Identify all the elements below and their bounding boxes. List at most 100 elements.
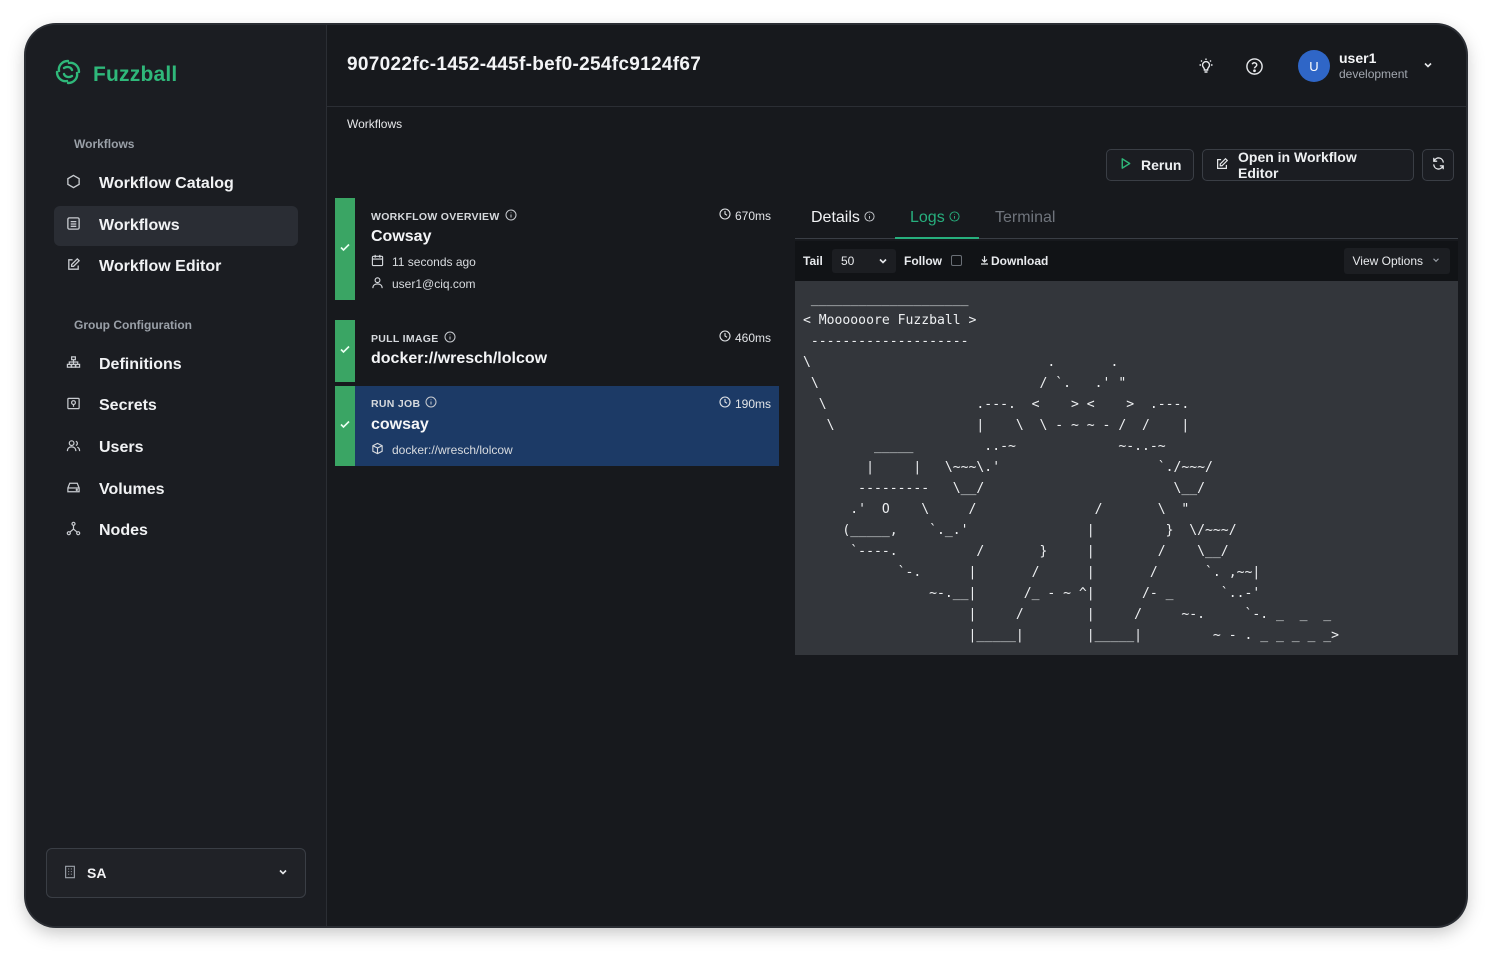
step-duration-value: 670ms [734,208,771,223]
tab-terminal[interactable]: Terminal [995,209,1055,227]
info-icon[interactable] [505,209,517,224]
tab-label: Details [811,209,860,226]
user-icon [371,276,384,292]
breadcrumb[interactable]: Workflows [347,117,402,131]
hexagon-icon [66,174,81,194]
organization-select[interactable]: SA [46,848,306,898]
log-output: ____________________ < Moooooore Fuzzbal… [803,292,1340,643]
download-icon [980,254,989,268]
avatar[interactable]: U [1298,50,1330,82]
step-duration: 190ms [719,396,771,411]
tab-details[interactable]: Details [811,209,875,227]
info-icon [949,209,960,227]
sidebar-item-workflow-catalog[interactable]: Workflow Catalog [54,164,298,204]
tab-logs[interactable]: Logs [910,209,960,227]
sidebar-item-users[interactable]: Users [54,428,298,468]
tail-label: Tail [803,254,823,268]
open-editor-label: Open in Workflow Editor [1238,149,1357,181]
users-icon [66,438,81,458]
step-card-workflow-overview[interactable]: WORKFLOW OVERVIEW Cowsay 11 seconds ago … [335,198,779,300]
check-icon [339,240,351,258]
clock-icon [719,330,731,345]
secret-icon [66,396,81,416]
step-kind: PULL IMAGE [371,331,456,346]
tail-select[interactable]: 50 [832,249,896,273]
status-bar [335,198,355,300]
view-options-select[interactable]: View Options [1343,248,1450,274]
refresh-icon [1431,156,1446,174]
chevron-down-icon[interactable] [1422,58,1434,76]
sidebar-item-label: Volumes [99,481,165,498]
check-icon [339,342,351,360]
download-button[interactable]: Download [980,254,1048,268]
info-icon[interactable] [425,396,437,411]
refresh-button[interactable] [1422,149,1454,181]
info-icon [864,209,875,227]
sidebar-item-workflow-editor[interactable]: Workflow Editor [54,247,298,287]
sidebar-item-secrets[interactable]: Secrets [54,386,298,426]
log-toolbar: Tail 50 Follow Download View Options [795,241,1458,281]
section-label-workflows: Workflows [74,137,135,151]
user-name: user1 [1339,50,1377,66]
chevron-down-icon [877,255,889,270]
organization-value: SA [87,865,107,881]
step-duration: 460ms [719,330,771,345]
step-kind-label: WORKFLOW OVERVIEW [371,210,500,223]
sidebar-item-label: Users [99,439,144,456]
step-kind-label: PULL IMAGE [371,332,439,345]
list-icon [66,216,81,236]
sidebar-item-definitions[interactable]: Definitions [54,345,298,385]
section-label-group-configuration: Group Configuration [74,318,192,332]
tab-label: Logs [910,209,945,226]
open-in-workflow-editor-button[interactable]: Open in Workflow Editor [1202,149,1414,181]
play-icon [1119,157,1132,173]
sidebar-item-nodes[interactable]: Nodes [54,511,298,551]
sidebar-item-label: Workflow Editor [99,258,222,275]
hierarchy-icon [66,355,81,375]
follow-checkbox[interactable] [951,255,962,266]
step-image: docker://wresch/lolcow [371,442,513,458]
step-duration-value: 460ms [734,330,771,345]
brand-name: Fuzzball [93,62,178,86]
clock-icon [719,208,731,223]
page-title: 907022fc-1452-445f-bef0-254fc9124f67 [347,54,702,75]
clock-icon [719,396,731,411]
user-environment: development [1339,67,1408,81]
step-kind-label: RUN JOB [371,397,421,410]
sidebar-item-label: Workflow Catalog [99,175,234,192]
sidebar-item-label: Nodes [99,522,148,539]
app-window: Fuzzball Workflows Workflow Catalog Work… [26,25,1466,926]
step-name: Cowsay [371,228,432,245]
status-bar [335,320,355,382]
step-card-run-job[interactable]: RUN JOB cowsay docker://wresch/lolcow 19… [335,386,779,466]
fuzzball-logo-icon [53,57,83,92]
drive-icon [66,480,81,500]
check-icon [339,417,351,435]
edit-icon [66,257,81,277]
sidebar-item-workflows[interactable]: Workflows [54,206,298,246]
calendar-icon [371,254,384,270]
step-kind: RUN JOB [371,396,437,411]
top-header: 907022fc-1452-445f-bef0-254fc9124f67 U u… [327,25,1466,107]
rerun-button[interactable]: Rerun [1106,149,1194,181]
step-user: user1@ciq.com [371,276,476,292]
brand[interactable]: Fuzzball [53,57,177,92]
step-image-value: docker://wresch/lolcow [392,443,513,457]
active-tab-indicator [895,237,979,239]
step-duration: 670ms [719,208,771,223]
sidebar-item-label: Workflows [99,217,180,234]
sidebar-item-volumes[interactable]: Volumes [54,470,298,510]
nodes-icon [66,521,81,541]
info-icon[interactable] [444,331,456,346]
step-card-pull-image[interactable]: PULL IMAGE docker://wresch/lolcow 460ms [335,320,779,382]
step-user-value: user1@ciq.com [392,277,476,291]
building-icon [63,865,77,882]
sidebar: Fuzzball Workflows Workflow Catalog Work… [26,25,327,926]
tab-label: Terminal [995,209,1056,226]
theme-toggle-icon[interactable] [1195,55,1217,77]
log-output-panel[interactable]: ____________________ < Moooooore Fuzzbal… [795,281,1458,655]
step-duration-value: 190ms [734,396,771,411]
edit-icon [1215,157,1229,174]
chevron-down-icon [277,865,289,881]
help-icon[interactable] [1243,55,1265,77]
